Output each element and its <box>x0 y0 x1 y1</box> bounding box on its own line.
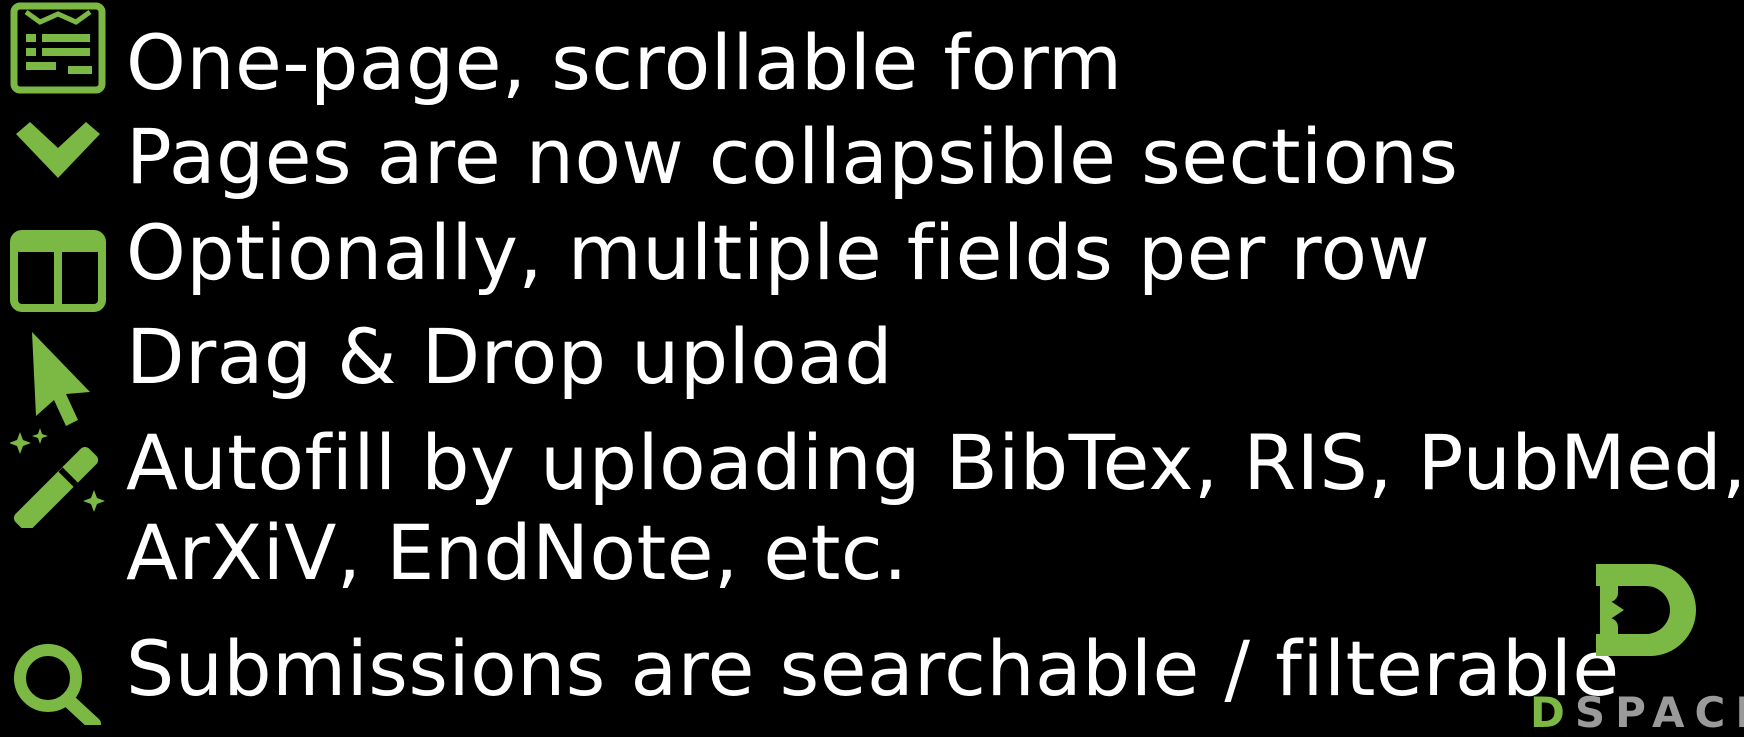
feature-text: Autofill by uploading BibTex, RIS, PubMe… <box>126 418 1744 507</box>
feature-text: Drag & Drop upload <box>126 312 893 401</box>
feature-text: One-page, scrollable form <box>126 18 1123 107</box>
form-icon <box>10 2 106 98</box>
magic-wand-icon <box>10 428 106 528</box>
feature-text-continued: ArXiV, EndNote, etc. <box>126 508 908 597</box>
feature-text: Optionally, multiple fields per row <box>126 208 1431 297</box>
cursor-icon <box>10 330 106 426</box>
feature-text: Pages are now collapsible sections <box>126 112 1459 201</box>
chevron-down-icon <box>10 120 106 184</box>
search-icon <box>10 640 106 725</box>
dspace-logo-text: DSPACE <box>1530 688 1744 737</box>
columns-icon <box>10 230 106 312</box>
feature-text: Submissions are searchable / filterable <box>126 624 1620 713</box>
